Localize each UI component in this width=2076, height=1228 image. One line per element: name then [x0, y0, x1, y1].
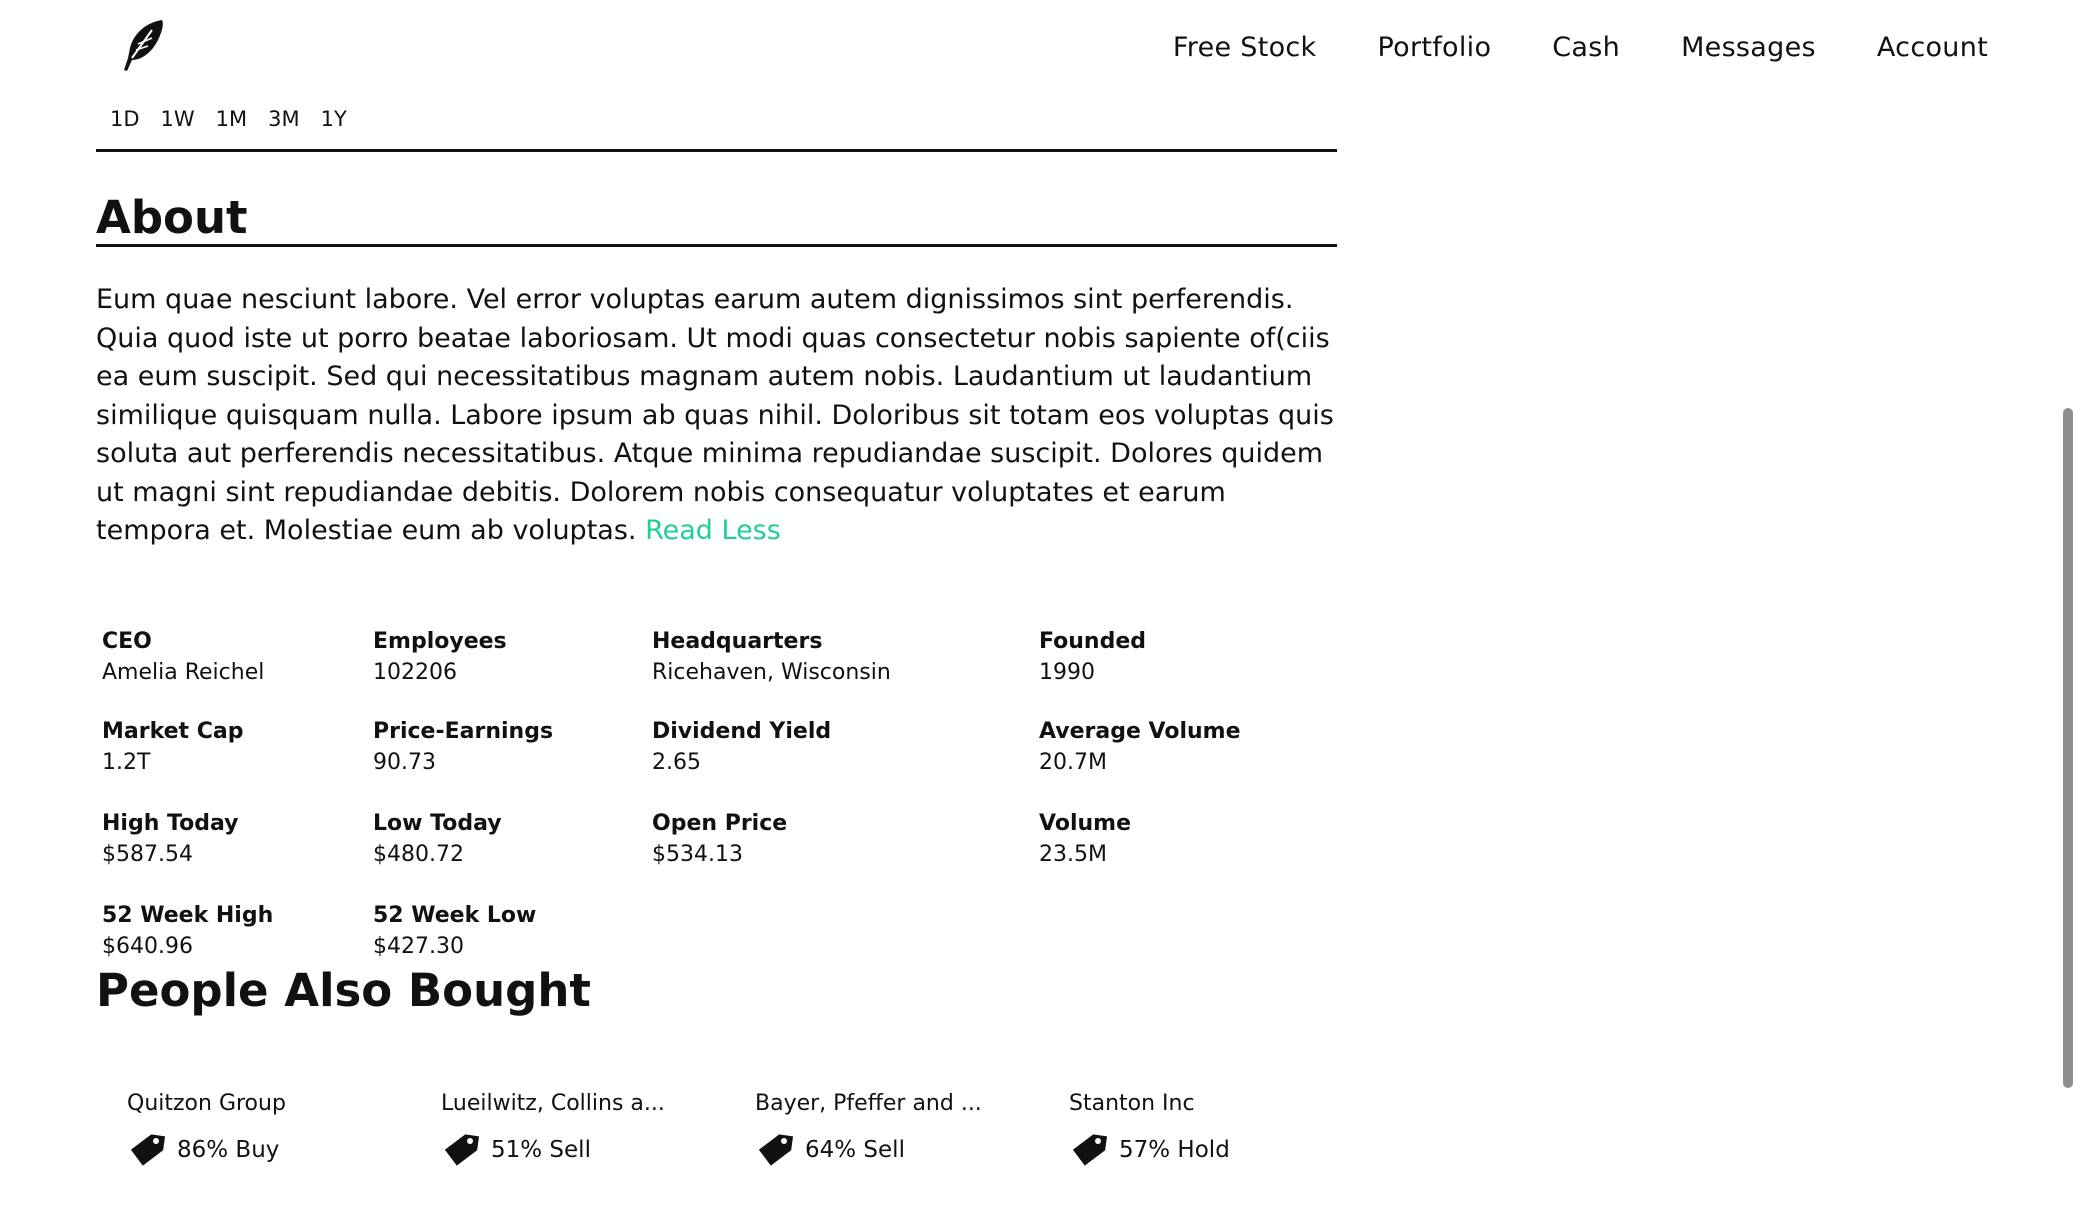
stat-value: $587.54 — [102, 842, 193, 867]
stat-value: Ricehaven, Wisconsin — [652, 660, 891, 685]
chart-range-selector: 1D 1W 1M 3M 1Y — [110, 107, 347, 131]
stat-label: Volume — [1039, 811, 1131, 836]
stat-label: Employees — [373, 629, 507, 654]
stat-employees: Employees 102206 — [373, 628, 507, 687]
related-stock-card[interactable]: Quitzon Group 86% Buy — [127, 1090, 427, 1170]
stat-value: 1.2T — [102, 750, 151, 775]
stat-label: Founded — [1039, 629, 1146, 654]
nav-messages[interactable]: Messages — [1681, 32, 1816, 63]
stat-label: Average Volume — [1039, 719, 1241, 744]
related-stock-name: Quitzon Group — [127, 1091, 286, 1116]
related-stock-name: Lueilwitz, Collins a... — [441, 1091, 665, 1116]
related-stock-name: Bayer, Pfeffer and ... — [755, 1091, 982, 1116]
rating-text: 86% Buy — [177, 1137, 280, 1163]
stat-label: 52 Week High — [102, 903, 274, 928]
stat-high-today: High Today $587.54 — [102, 810, 238, 869]
analyst-rating: 51% Sell — [441, 1130, 741, 1170]
about-heading: About — [96, 191, 248, 244]
stat-value: 23.5M — [1039, 842, 1107, 867]
read-less-link[interactable]: Read Less — [645, 515, 781, 546]
feather-logo-icon[interactable] — [118, 18, 168, 74]
stat-price-earnings: Price-Earnings 90.73 — [373, 718, 553, 777]
about-divider — [96, 244, 1337, 247]
top-nav: Free Stock Portfolio Cash Messages Accou… — [1173, 32, 1988, 63]
about-text: Eum quae nesciunt labore. Vel error volu… — [96, 284, 1334, 546]
about-description: Eum quae nesciunt labore. Vel error volu… — [96, 281, 1346, 551]
price-tag-icon — [1072, 1134, 1108, 1166]
stat-value: $427.30 — [373, 934, 464, 959]
analyst-rating: 64% Sell — [755, 1130, 1055, 1170]
stat-label: Market Cap — [102, 719, 244, 744]
stat-value: $640.96 — [102, 934, 193, 959]
nav-cash[interactable]: Cash — [1552, 32, 1620, 63]
stat-52-week-low: 52 Week Low $427.30 — [373, 902, 536, 961]
stat-low-today: Low Today $480.72 — [373, 810, 502, 869]
stat-value: Amelia Reichel — [102, 660, 265, 685]
related-stock-card[interactable]: Lueilwitz, Collins a... 51% Sell — [441, 1090, 741, 1170]
range-1m[interactable]: 1M — [216, 107, 247, 131]
stat-label: Price-Earnings — [373, 719, 554, 744]
stat-value: $534.13 — [652, 842, 743, 867]
stat-volume: Volume 23.5M — [1039, 810, 1131, 869]
stat-value: 1990 — [1039, 660, 1095, 685]
related-stock-card[interactable]: Stanton Inc 57% Hold — [1069, 1090, 1369, 1170]
scrollbar-thumb[interactable] — [2063, 408, 2073, 1088]
stat-founded: Founded 1990 — [1039, 628, 1146, 687]
stat-label: Open Price — [652, 811, 788, 836]
stat-label: 52 Week Low — [373, 903, 537, 928]
related-stock-name: Stanton Inc — [1069, 1091, 1195, 1116]
stat-value: 20.7M — [1039, 750, 1107, 775]
stat-ceo: CEO Amelia Reichel — [102, 628, 264, 687]
stat-label: High Today — [102, 811, 239, 836]
price-tag-icon — [444, 1134, 480, 1166]
stat-52-week-high: 52 Week High $640.96 — [102, 902, 273, 961]
chart-divider — [96, 149, 1337, 152]
stat-market-cap: Market Cap 1.2T — [102, 718, 243, 777]
range-3m[interactable]: 3M — [268, 107, 299, 131]
related-stock-card[interactable]: Bayer, Pfeffer and ... 64% Sell — [755, 1090, 1055, 1170]
stat-label: Headquarters — [652, 629, 823, 654]
stat-open-price: Open Price $534.13 — [652, 810, 787, 869]
people-also-bought-heading: People Also Bought — [96, 964, 591, 1017]
stat-value: 90.73 — [373, 750, 436, 775]
nav-free-stock[interactable]: Free Stock — [1173, 32, 1317, 63]
analyst-rating: 57% Hold — [1069, 1130, 1369, 1170]
range-1y[interactable]: 1Y — [321, 107, 347, 131]
nav-account[interactable]: Account — [1877, 32, 1988, 63]
stat-label: Low Today — [373, 811, 502, 836]
range-1w[interactable]: 1W — [161, 107, 195, 131]
rating-text: 57% Hold — [1119, 1137, 1230, 1163]
stat-value: $480.72 — [373, 842, 464, 867]
price-tag-icon — [758, 1134, 794, 1166]
stat-label: Dividend Yield — [652, 719, 832, 744]
stat-dividend-yield: Dividend Yield 2.65 — [652, 718, 831, 777]
analyst-rating: 86% Buy — [127, 1130, 427, 1170]
stat-average-volume: Average Volume 20.7M — [1039, 718, 1241, 777]
price-tag-icon — [130, 1134, 166, 1166]
stat-value: 2.65 — [652, 750, 701, 775]
nav-portfolio[interactable]: Portfolio — [1378, 32, 1492, 63]
stat-headquarters: Headquarters Ricehaven, Wisconsin — [652, 628, 891, 687]
rating-text: 64% Sell — [805, 1137, 905, 1163]
rating-text: 51% Sell — [491, 1137, 591, 1163]
vertical-scrollbar[interactable] — [2060, 0, 2076, 1228]
stat-value: 102206 — [373, 660, 457, 685]
stat-label: CEO — [102, 629, 152, 654]
range-1d[interactable]: 1D — [110, 107, 140, 131]
